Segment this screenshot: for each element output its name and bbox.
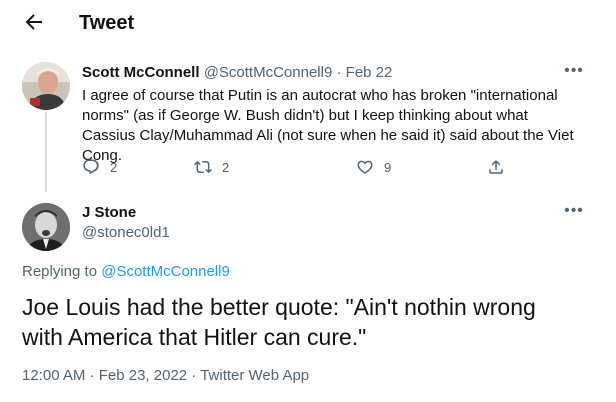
tweet-full-date[interactable]: Feb 23, 2022 (99, 367, 187, 384)
like-button[interactable]: 9 (356, 156, 391, 178)
tweet-time[interactable]: 12:00 AM (22, 367, 85, 384)
back-arrow-icon[interactable] (22, 10, 46, 34)
page-title: Tweet (79, 12, 135, 34)
parent-tweet-header: Scott McConnell @ScottMcConnell9 · Feb 2… (82, 64, 392, 81)
reply-icon (83, 159, 99, 175)
reply-button[interactable]: 2 (82, 156, 117, 178)
avatar[interactable] (22, 62, 70, 110)
top-bar: Tweet (0, 0, 616, 46)
tweet-source[interactable]: Twitter Web App (200, 367, 309, 384)
like-count: 9 (384, 159, 392, 175)
replying-to-label: Replying to (22, 263, 102, 280)
tweet-metadata: 12:00 AM · Feb 23, 2022 · Twitter Web Ap… (22, 367, 309, 384)
replying-to: Replying to @ScottMcConnell9 (22, 263, 230, 280)
author-handle[interactable]: @stonec0ld1 (82, 224, 170, 241)
thread-line (45, 112, 47, 192)
tweet-actions: 2 2 9 (82, 156, 522, 178)
tweet-text: Joe Louis had the better quote: "Ain't n… (22, 294, 536, 350)
author-handle[interactable]: @ScottMcConnell9 (204, 64, 333, 81)
separator: · (336, 64, 342, 81)
avatar[interactable] (22, 203, 70, 251)
separator: · (85, 367, 99, 384)
author-name[interactable]: J Stone (82, 204, 136, 221)
more-options-icon[interactable]: ••• (564, 203, 584, 222)
parent-tweet-text: I agree of course that Putin is an autoc… (82, 87, 574, 164)
retweet-icon (194, 160, 212, 174)
reply-count: 2 (110, 159, 118, 175)
author-name[interactable]: Scott McConnell (82, 64, 200, 81)
tweet-date[interactable]: Feb 22 (346, 64, 393, 81)
share-icon (489, 159, 503, 174)
share-button[interactable] (487, 156, 505, 178)
replying-to-link[interactable]: @ScottMcConnell9 (101, 263, 230, 280)
more-options-icon[interactable]: ••• (564, 63, 584, 82)
separator: · (187, 367, 201, 384)
retweet-count: 2 (222, 159, 230, 175)
retweet-button[interactable]: 2 (194, 156, 229, 178)
heart-icon (357, 160, 373, 174)
